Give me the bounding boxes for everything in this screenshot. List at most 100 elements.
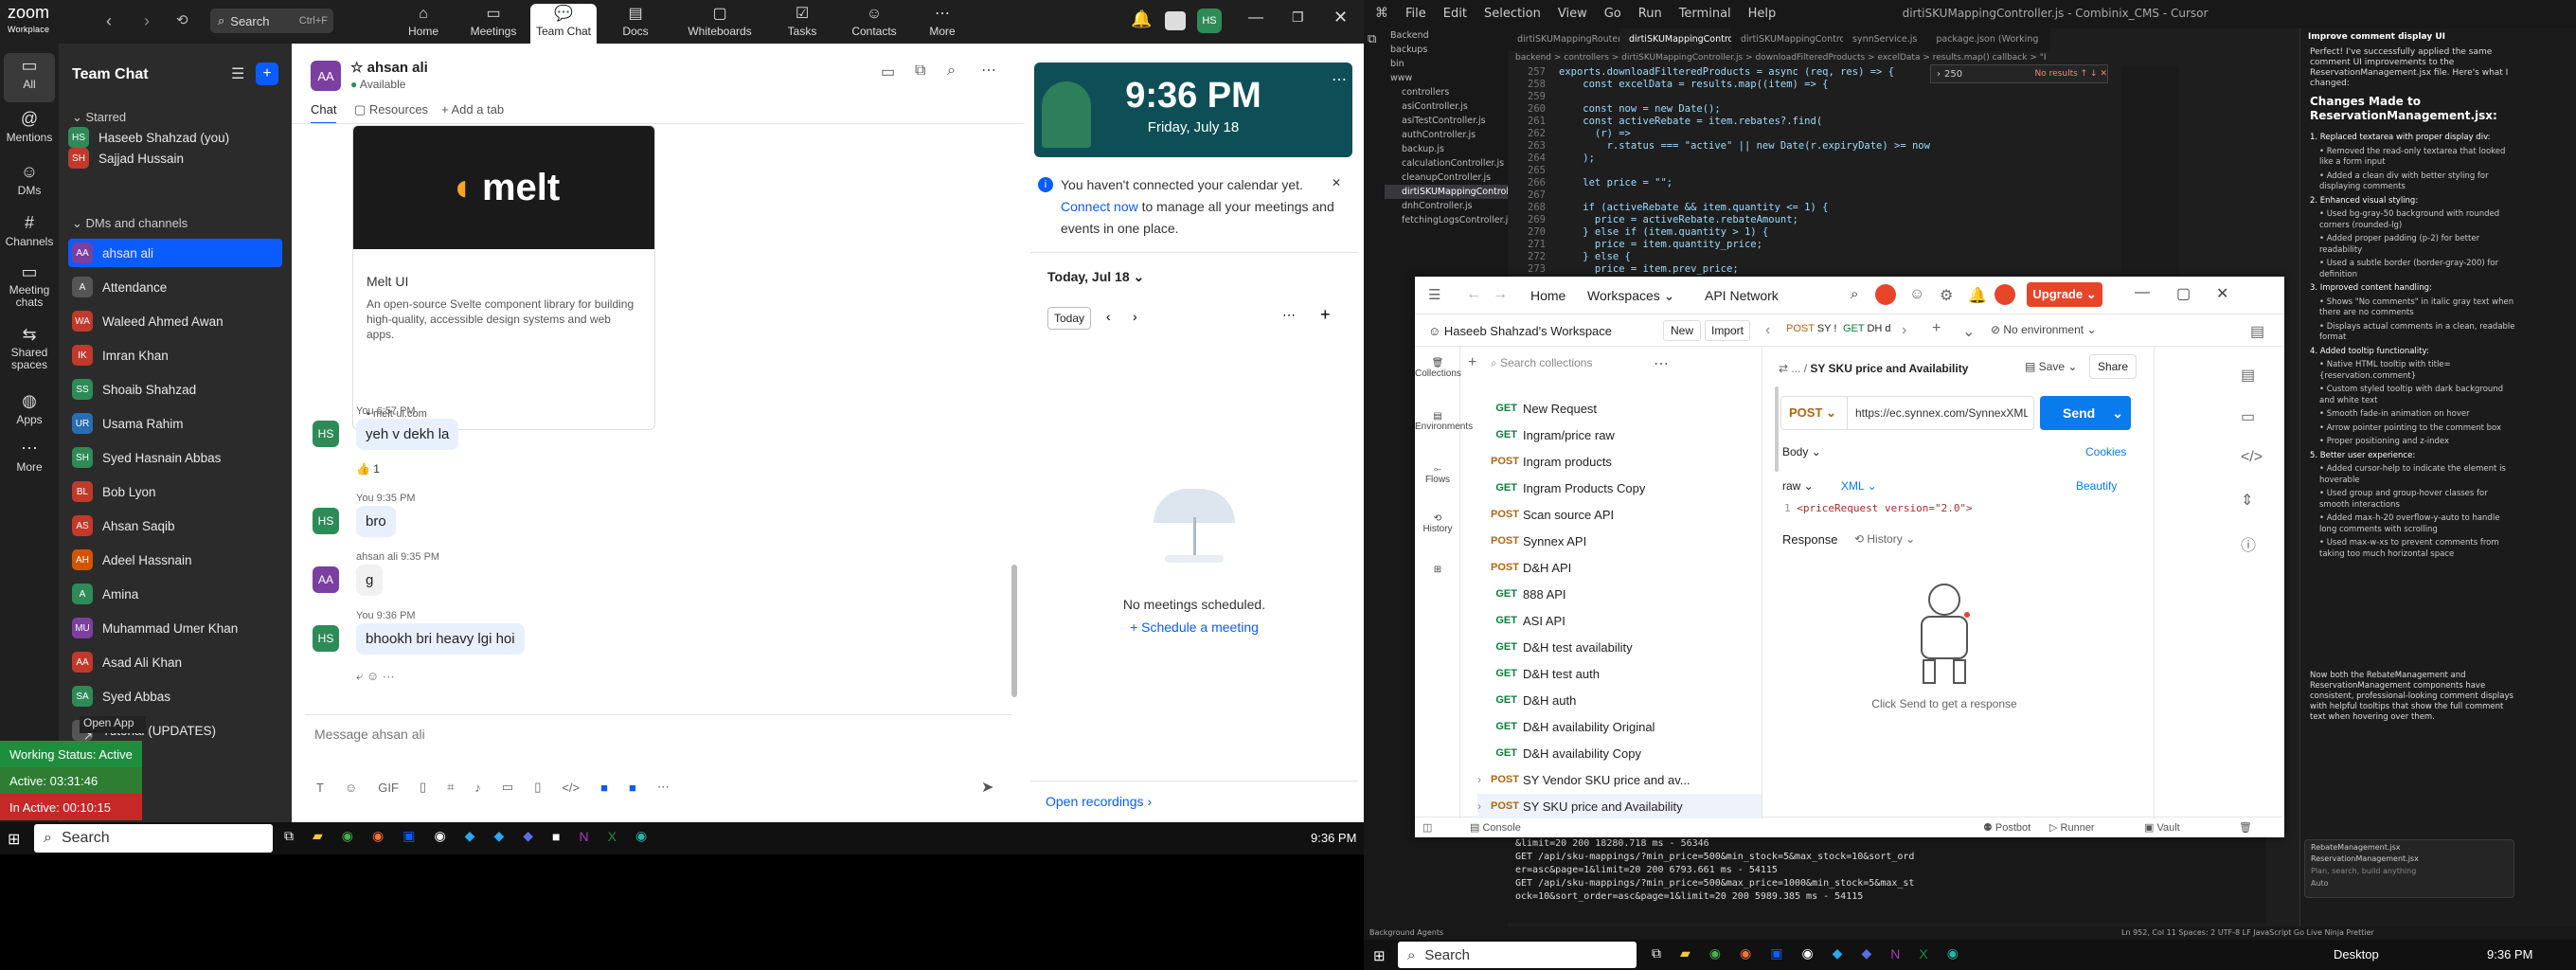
message-bubble[interactable]: yeh v dekh la bbox=[356, 419, 459, 450]
app-icon[interactable]: ◉ bbox=[434, 828, 445, 844]
app-icon[interactable]: ◉ bbox=[1801, 945, 1813, 961]
menu-item[interactable]: Go bbox=[1604, 7, 1621, 21]
connect-now-link[interactable]: Connect now bbox=[1061, 199, 1138, 214]
emoji-icon[interactable]: ☺ bbox=[367, 669, 383, 683]
windows-icon[interactable]: ⊞ bbox=[1373, 947, 1386, 964]
rail-channels[interactable]: # Channels bbox=[4, 210, 55, 260]
tab-home[interactable]: ⌂ Home bbox=[390, 4, 456, 44]
file-item[interactable]: calculationController.js bbox=[1385, 156, 1508, 171]
link-preview-card[interactable]: ◖ melt Melt UI An open-source Svelte comp… bbox=[352, 125, 655, 430]
chevron-right-icon[interactable]: › bbox=[1477, 799, 1491, 813]
collection-item[interactable]: GET Ingram Products Copy bbox=[1477, 476, 1762, 500]
screenshot-icon[interactable]: ⌗ bbox=[447, 780, 454, 795]
back-arrow-icon[interactable]: ← bbox=[1466, 286, 1481, 303]
body-tab[interactable]: Body ⌄ bbox=[1782, 445, 1821, 458]
explorer-icon[interactable]: ⧉ bbox=[1368, 32, 1376, 46]
history-icon[interactable]: ⟲ bbox=[176, 11, 188, 28]
list-item[interactable]: SA Syed Abbas bbox=[68, 682, 282, 710]
menu-item[interactable]: Run bbox=[1638, 7, 1662, 21]
maximize-icon[interactable]: ❐ bbox=[1292, 9, 1304, 26]
today-header[interactable]: Today, Jul 18 ⌄ bbox=[1047, 269, 1144, 285]
grid-icon[interactable]: ⊞ bbox=[1415, 565, 1460, 575]
request-tab[interactable]: POST SY ! bbox=[1786, 323, 1836, 334]
file-item[interactable]: asiController.js bbox=[1385, 99, 1508, 114]
list-item[interactable]: AH Adeel Hassnain bbox=[68, 546, 282, 574]
tab-chat[interactable]: Chat bbox=[311, 102, 337, 124]
reply-icon[interactable]: ⤶ bbox=[356, 669, 367, 683]
app-icon[interactable]: ■ bbox=[600, 781, 608, 795]
code-icon[interactable]: </> bbox=[2241, 449, 2263, 466]
list-item[interactable]: HS Haseeb Shahzad (you) bbox=[68, 127, 282, 148]
file-item[interactable]: www bbox=[1385, 71, 1508, 85]
list-item[interactable]: BL Bob Lyon bbox=[68, 477, 282, 506]
editor-tab[interactable]: dirtiSKUMappingController.js bbox=[1619, 28, 1731, 50]
send-icon[interactable]: ➤ bbox=[981, 778, 993, 797]
history-select[interactable]: ⟲ History ⌄ bbox=[1854, 532, 1915, 546]
edge-icon[interactable]: ◉ bbox=[635, 828, 647, 844]
windows-icon[interactable]: ⊞ bbox=[8, 830, 20, 849]
settings-icon[interactable]: ⚙ bbox=[1940, 286, 1953, 305]
chrome-icon[interactable]: ◉ bbox=[342, 828, 353, 844]
mode-select[interactable]: Auto bbox=[2305, 879, 2513, 888]
collection-item[interactable]: GET 888 API bbox=[1477, 582, 1762, 606]
minimize-icon[interactable]: — bbox=[1248, 9, 1263, 27]
share-button[interactable]: Share bbox=[2089, 354, 2137, 379]
contact-name[interactable]: ☆ ahsan ali bbox=[350, 59, 428, 76]
rail-dms[interactable]: ☺ DMs bbox=[4, 159, 55, 208]
cursor-icon[interactable]: ■ bbox=[552, 829, 560, 844]
layout-icon[interactable]: ◫ bbox=[1422, 821, 1432, 834]
file-item[interactable]: backups bbox=[1385, 43, 1508, 57]
invite-icon[interactable]: ☺ bbox=[1909, 286, 1924, 303]
method-select[interactable]: POST ⌄ bbox=[1781, 397, 1848, 429]
filter-icon[interactable]: ☰ bbox=[231, 64, 244, 83]
nav-home[interactable]: Home bbox=[1530, 288, 1565, 303]
vscode-icon[interactable]: ◆ bbox=[465, 828, 475, 844]
file-item[interactable]: asiTestController.js bbox=[1385, 114, 1508, 128]
today-button[interactable]: Today bbox=[1047, 307, 1091, 330]
body-code[interactable]: 1 <priceRequest version="2.0"> bbox=[1784, 502, 1973, 514]
back-arrow-icon[interactable]: ‹ bbox=[106, 11, 112, 31]
app-icon[interactable]: ◆ bbox=[1861, 945, 1871, 961]
workspace-name[interactable]: ☺ Haseeb Shahzad's Workspace bbox=[1428, 324, 1612, 338]
import-button[interactable]: Import bbox=[1705, 320, 1750, 341]
new-button[interactable]: New bbox=[1663, 320, 1701, 341]
excel-icon[interactable]: X bbox=[1919, 946, 1927, 961]
postman-agent-icon[interactable] bbox=[1875, 284, 1896, 305]
collection-item[interactable]: GET ASI API bbox=[1477, 608, 1762, 633]
taskbar-search[interactable]: ⌕ Search bbox=[34, 824, 273, 853]
file-item[interactable]: authController.js bbox=[1385, 128, 1508, 142]
sidebar-flows[interactable]: ⟜ Flows bbox=[1415, 464, 1460, 485]
global-search[interactable]: ⌕ Search Ctrl+F bbox=[210, 9, 333, 33]
list-item[interactable]: A Amina bbox=[68, 580, 282, 608]
message-actions[interactable]: ⤶ ☺ ⋯ bbox=[356, 669, 395, 684]
star-icon[interactable]: ☆ bbox=[350, 60, 367, 76]
chevron-right-icon[interactable]: › bbox=[1902, 322, 1906, 339]
rail-apps[interactable]: ◍ Apps bbox=[4, 388, 55, 438]
file-item[interactable]: dirtiSKUMappingController.js bbox=[1385, 185, 1508, 199]
profile-avatar[interactable]: HS bbox=[1197, 9, 1222, 33]
editor-tab[interactable]: dirtiSKUMappingRouter.js bbox=[1508, 28, 1619, 50]
sidebar-history[interactable]: ⟲ History bbox=[1415, 513, 1460, 534]
taskbar-clock[interactable]: 9:36 PM bbox=[1311, 831, 1356, 845]
file-item[interactable]: Backend bbox=[1385, 28, 1508, 43]
zoom-icon[interactable]: ▣ bbox=[402, 828, 415, 844]
collection-item[interactable]: GET D&H availability Copy bbox=[1477, 741, 1762, 765]
video-call-icon[interactable]: ▭ bbox=[881, 63, 895, 81]
panel-icon[interactable]: ▤ bbox=[2250, 322, 2264, 341]
file-item[interactable]: bin bbox=[1385, 57, 1508, 71]
tab-more[interactable]: ⋯ More bbox=[909, 4, 975, 44]
tab-contacts[interactable]: ☺ Contacts bbox=[841, 4, 907, 44]
sidebar-collections[interactable]: 🗑 Collections bbox=[1415, 358, 1461, 379]
search-collections[interactable]: ⌕ Search collections bbox=[1491, 356, 1592, 370]
share-screen-icon[interactable]: ⧉ bbox=[915, 63, 925, 80]
chrome-icon[interactable]: ◉ bbox=[1709, 945, 1721, 961]
starred-header[interactable]: ⌄ Starred bbox=[72, 110, 126, 125]
more-icon[interactable]: ⋯ bbox=[1654, 354, 1669, 373]
desktop-label[interactable]: Desktop bbox=[2334, 947, 2379, 961]
profile-avatar[interactable] bbox=[1995, 284, 2015, 305]
file-icon[interactable]: ▯ bbox=[420, 780, 426, 795]
schedule-meeting-link[interactable]: + Schedule a meeting bbox=[1030, 620, 1358, 635]
next-day-icon[interactable]: › bbox=[1133, 309, 1137, 324]
console-button[interactable]: ▤ Console bbox=[1470, 821, 1521, 834]
gif-icon[interactable]: GIF bbox=[378, 781, 399, 795]
